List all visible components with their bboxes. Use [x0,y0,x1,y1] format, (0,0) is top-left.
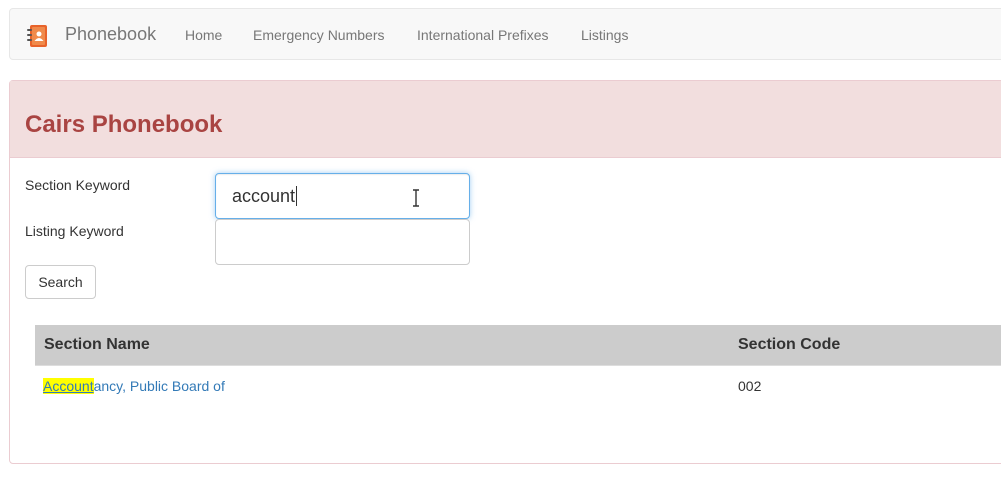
table-row: Accountancy, Public Board of 002 [35,365,1001,405]
section-name-rest: ancy, Public Board of [93,378,225,394]
phonebook-icon[interactable] [27,24,49,48]
section-keyword-input[interactable] [215,173,470,219]
section-code-cell: 002 [738,378,762,394]
top-navbar: Phonebook Home Emergency Numbers Interna… [9,8,1001,60]
search-button[interactable]: Search [25,265,96,299]
page-title: Cairs Phonebook [25,111,223,138]
section-keyword-label: Section Keyword [25,177,131,193]
column-header-section-code[interactable]: Section Code [738,336,840,354]
listing-keyword-label: Listing Keyword [25,223,124,239]
nav-international-prefixes[interactable]: International Prefixes [417,26,549,44]
brand-name[interactable]: Phonebook [65,24,156,44]
nav-listings[interactable]: Listings [581,26,628,44]
text-caret [296,186,297,206]
search-panel: Cairs Phonebook Section Keyword Listing … [9,80,1001,464]
keyword-highlight: Account [43,378,94,394]
section-name-link[interactable]: Accountancy, Public Board of [43,377,225,395]
results-table-header: Section Name Section Code [35,325,1001,365]
column-header-section-name[interactable]: Section Name [44,336,150,354]
nav-emergency-numbers[interactable]: Emergency Numbers [253,26,385,44]
listing-keyword-input[interactable] [215,219,470,265]
nav-home[interactable]: Home [185,26,222,44]
text-cursor-icon [411,189,421,207]
panel-heading: Cairs Phonebook [10,81,1001,158]
